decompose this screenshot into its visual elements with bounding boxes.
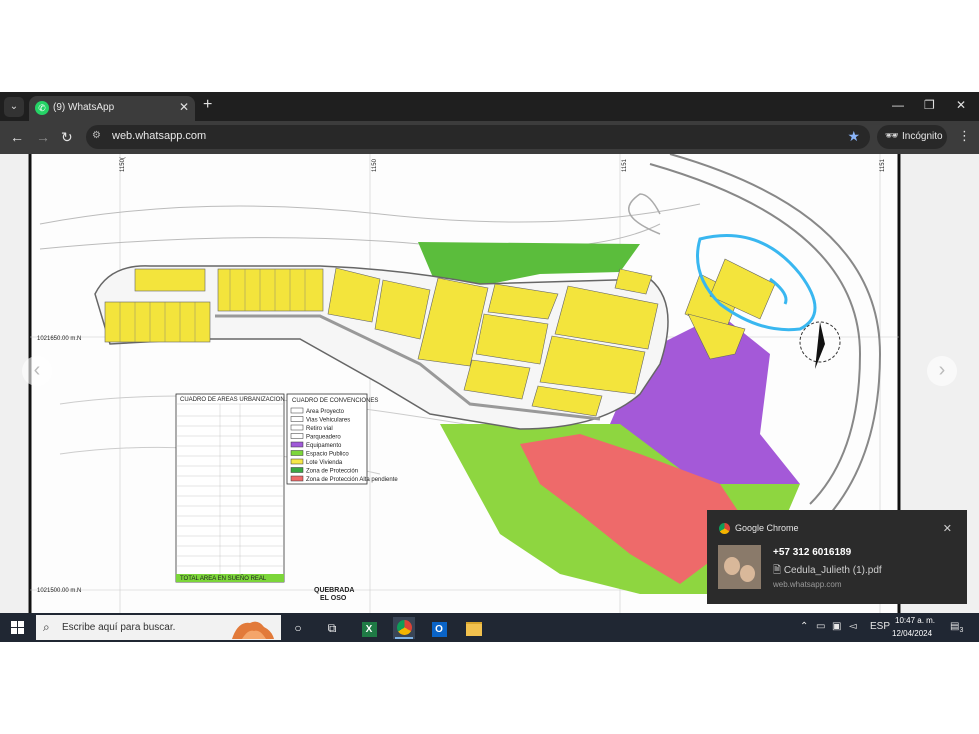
incognito-badge[interactable]: 🕶 Incógnito xyxy=(877,125,947,149)
notification-file-name: Cedula_Julieth (1).pdf xyxy=(783,565,882,576)
outlook-icon[interactable]: O xyxy=(428,617,450,639)
close-window-icon[interactable]: ✕ xyxy=(956,98,966,112)
legend-label: Vias Vehiculares xyxy=(306,418,350,424)
search-icon: ⌕ xyxy=(43,620,50,634)
coord-label-bottom: 1021500.00 m.N xyxy=(37,588,81,594)
legend-label: Parqueadero xyxy=(306,435,341,441)
tab-bar: ⌄ ✆ (9) WhatsApp ✕ + — ❐ ✕ xyxy=(0,92,979,121)
forward-icon[interactable]: → xyxy=(36,129,50,145)
battery-icon[interactable]: ▭ xyxy=(816,621,825,632)
legend-label: Zona de Protección Alta pendiente xyxy=(306,477,398,483)
next-image-arrow[interactable]: › xyxy=(927,356,957,386)
legend-swatch xyxy=(290,407,304,414)
legend-swatch xyxy=(290,424,304,431)
area-table-total: TOTAL AREA EN SUEÑO REAL xyxy=(180,575,267,582)
network-icon[interactable]: ▣ xyxy=(832,621,841,632)
browser-toolbar: ← → ↻ ⚙ web.whatsapp.com ★ 🕶 Incógnito ⋮ xyxy=(0,121,979,154)
volume-muted-icon[interactable]: ◅ xyxy=(849,621,857,632)
legend-swatch xyxy=(290,450,304,456)
tab-title: (9) WhatsApp xyxy=(53,102,115,113)
legend-title: CUADRO DE CONVENCIONES xyxy=(292,398,378,404)
grid-label-1: 1150( xyxy=(120,157,126,172)
legend-label: Espacio Publico xyxy=(306,452,349,458)
bookmark-star-icon[interactable]: ★ xyxy=(847,128,860,145)
task-view-icon[interactable]: ⧉ xyxy=(321,617,343,639)
chrome-notification[interactable]: Google Chrome ✕ +57 312 6016189 🗎 Cedula… xyxy=(707,510,967,604)
chrome-icon xyxy=(719,523,730,534)
legend-swatch xyxy=(290,433,304,439)
clock-time[interactable]: 10:47 a. m. xyxy=(895,616,935,625)
windows-taskbar: ⌕ Escribe aquí para buscar. ○ ⧉ X O ⌃ ▭ … xyxy=(0,613,979,642)
file-explorer-icon[interactable] xyxy=(463,617,485,639)
taskbar-search-placeholder: Escribe aquí para buscar. xyxy=(62,622,176,633)
show-hidden-icons-icon[interactable]: ⌃ xyxy=(800,621,808,632)
whatsapp-icon: ✆ xyxy=(35,101,49,115)
legend-label: Retiro vial xyxy=(306,426,333,432)
legend-swatch xyxy=(290,441,304,448)
url-text: web.whatsapp.com xyxy=(112,130,207,142)
windows-start-icon[interactable] xyxy=(11,621,24,634)
grid-label-2: 1150 xyxy=(372,158,378,172)
legend-label: Area Proyecto xyxy=(306,409,345,415)
minimize-icon[interactable]: — xyxy=(892,98,904,112)
notification-count: 3 xyxy=(959,627,964,634)
grid-label-3: 1151 xyxy=(622,158,628,172)
sender-avatar xyxy=(718,545,761,589)
site-settings-icon[interactable]: ⚙ xyxy=(92,130,101,141)
legend-label: Zona de Protección xyxy=(306,469,358,475)
tab-search-icon[interactable]: ⌄ xyxy=(4,97,24,117)
notification-close-icon[interactable]: ✕ xyxy=(943,522,952,535)
legend-label: Lote Vivienda xyxy=(306,460,343,466)
restore-icon[interactable]: ❐ xyxy=(924,98,935,112)
back-icon[interactable]: ← xyxy=(10,129,24,145)
creek-label-1: QUEBRADA xyxy=(314,587,354,594)
cortana-icon[interactable]: ○ xyxy=(287,617,309,639)
incognito-label: Incógnito xyxy=(902,131,943,142)
new-tab-button[interactable]: + xyxy=(203,96,212,114)
notification-sender: +57 312 6016189 xyxy=(773,547,852,558)
notification-site: web.whatsapp.com xyxy=(773,580,842,589)
tab-whatsapp[interactable]: ✆ (9) WhatsApp ✕ xyxy=(29,96,195,121)
language-indicator[interactable]: ESP xyxy=(870,621,890,632)
legend-swatch xyxy=(290,467,304,473)
menu-icon[interactable]: ⋮ xyxy=(958,128,971,144)
grid-label-4: 1151 xyxy=(880,158,886,172)
chrome-taskbar-icon[interactable] xyxy=(393,617,415,639)
notification-app-name: Google Chrome xyxy=(735,523,799,533)
close-tab-icon[interactable]: ✕ xyxy=(179,100,189,114)
taskbar-search-box[interactable]: ⌕ Escribe aquí para buscar. xyxy=(36,615,281,640)
incognito-icon: 🕶 xyxy=(885,130,899,142)
reload-icon[interactable]: ↻ xyxy=(61,129,73,146)
search-highlight-icon xyxy=(232,621,274,639)
address-bar[interactable]: ⚙ web.whatsapp.com ★ xyxy=(86,125,870,149)
previous-image-arrow[interactable]: ‹ xyxy=(22,356,52,386)
excel-icon[interactable]: X xyxy=(358,617,380,639)
legend-swatch xyxy=(290,475,304,482)
coord-label-top: 1021650.00 m.N xyxy=(37,336,81,342)
creek-label-2: EL OSO xyxy=(320,595,347,602)
legend-label: Equipamento xyxy=(306,443,342,449)
notification-file: 🗎 Cedula_Julieth (1).pdf xyxy=(773,565,882,576)
legend-swatch xyxy=(290,458,304,465)
legend-swatch xyxy=(290,416,304,422)
notification-center-icon[interactable]: ▤3 xyxy=(950,621,963,634)
clock-date[interactable]: 12/04/2024 xyxy=(892,629,932,638)
